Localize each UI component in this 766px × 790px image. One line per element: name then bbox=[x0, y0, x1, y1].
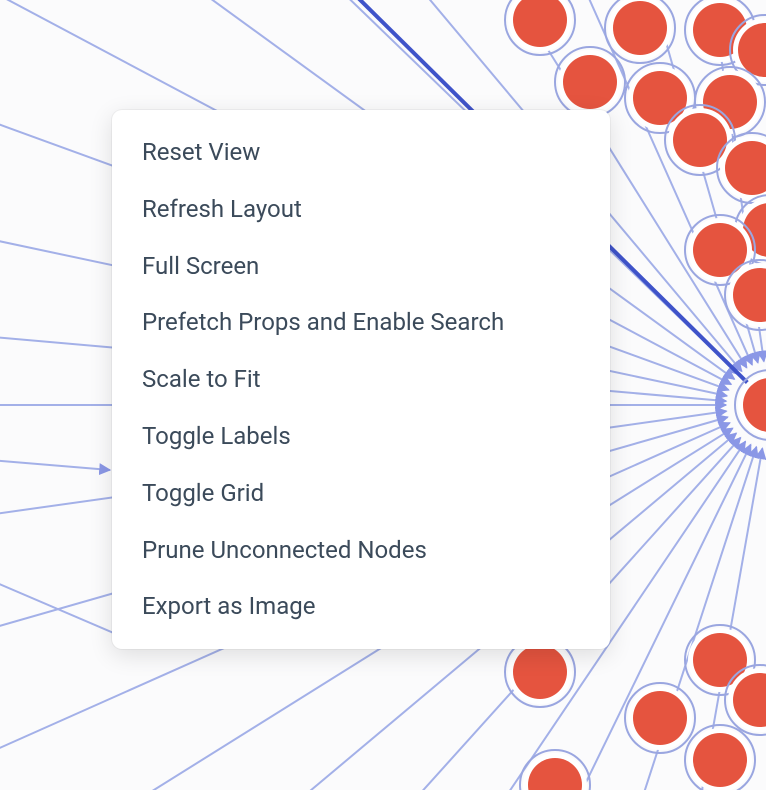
context-menu: Reset View Refresh Layout Full Screen Pr… bbox=[112, 110, 610, 649]
menu-item-prune-nodes[interactable]: Prune Unconnected Nodes bbox=[112, 522, 610, 579]
graph-node[interactable] bbox=[505, 0, 575, 55]
menu-item-refresh-layout[interactable]: Refresh Layout bbox=[112, 181, 610, 238]
menu-item-full-screen[interactable]: Full Screen bbox=[112, 238, 610, 295]
graph-node[interactable] bbox=[520, 750, 590, 790]
graph-canvas[interactable]: Reset View Refresh Layout Full Screen Pr… bbox=[0, 0, 766, 790]
graph-node[interactable] bbox=[605, 0, 675, 63]
menu-item-prefetch[interactable]: Prefetch Props and Enable Search bbox=[112, 294, 610, 351]
menu-item-reset-view[interactable]: Reset View bbox=[112, 124, 610, 181]
graph-edge bbox=[0, 460, 110, 470]
menu-item-scale-to-fit[interactable]: Scale to Fit bbox=[112, 351, 610, 408]
graph-node[interactable] bbox=[555, 47, 625, 117]
menu-item-export-image[interactable]: Export as Image bbox=[112, 578, 610, 635]
graph-node[interactable] bbox=[685, 725, 755, 790]
menu-item-toggle-labels[interactable]: Toggle Labels bbox=[112, 408, 610, 465]
menu-item-toggle-grid[interactable]: Toggle Grid bbox=[112, 465, 610, 522]
graph-node[interactable] bbox=[735, 370, 766, 440]
graph-node[interactable] bbox=[625, 683, 695, 753]
graph-edge bbox=[0, 580, 130, 640]
